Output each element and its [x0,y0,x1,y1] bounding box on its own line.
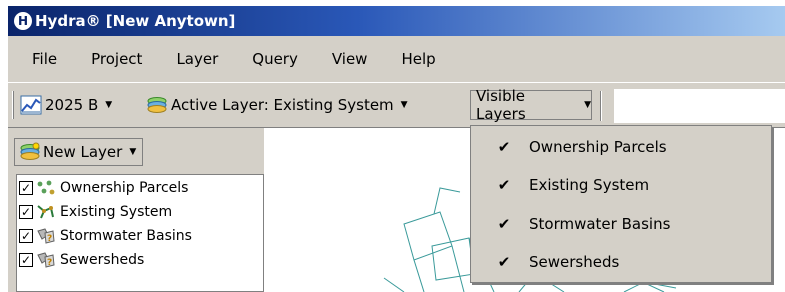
chevron-down-icon: ▼ [400,100,408,110]
toolbar-separator [600,91,602,121]
menu-view[interactable]: View [332,50,368,68]
chevron-down-icon: ▼ [584,100,591,110]
menu-item-sewersheds[interactable]: ✔ Sewersheds [471,243,771,281]
hydra-logo-icon: H [14,12,32,30]
layer-row-stormwater-basins[interactable]: ✓ ? Stormwater Basins [19,225,192,247]
parcels-icon [36,179,56,197]
toolbar-grip[interactable] [12,91,14,119]
menu-query[interactable]: Query [252,50,298,68]
new-layer-icon [20,142,40,160]
layer-checkbox[interactable]: ✓ [19,205,33,219]
layer-label: Stormwater Basins [60,228,192,244]
new-layer-button[interactable]: New Layer ▼ [14,138,144,166]
menu-item-label: Existing System [529,176,650,194]
scenario-dropdown[interactable]: 2025 B ▼ [20,93,112,117]
menu-item-existing-system[interactable]: ✔ Existing System [471,166,771,204]
visible-layers-label: Visible Layers [476,87,526,123]
layer-checkbox[interactable]: ✓ [19,229,33,243]
layer-row-ownership-parcels[interactable]: ✓ Ownership Parcels [19,177,188,199]
toolbar: 2025 B ▼ Active Layer: Existing System ▼… [8,82,785,128]
check-icon: ✔ [497,138,511,156]
layers-stack-icon [147,97,167,113]
chevron-down-icon: ▼ [105,100,113,110]
active-layer-label: Active Layer: Existing System [171,96,394,114]
menu-project[interactable]: Project [91,50,142,68]
menu-item-ownership-parcels[interactable]: ✔ Ownership Parcels [471,128,771,166]
visible-layers-button[interactable]: Visible Layers ▼ [470,87,592,123]
scenario-chart-icon [20,95,42,115]
toolbar-empty-area [614,89,785,123]
layer-label: Ownership Parcels [60,180,189,196]
menu-bar: File Project Layer Query View Help [8,36,785,82]
menu-layer[interactable]: Layer [176,50,218,68]
layer-checkbox[interactable]: ✓ [19,181,33,195]
menu-item-label: Ownership Parcels [529,138,667,156]
network-icon [36,203,56,221]
check-icon: ✔ [497,253,511,271]
menu-item-stormwater-basins[interactable]: ✔ Stormwater Basins [471,205,771,243]
scenario-label: 2025 B [45,96,99,114]
sewershed-icon: ? [36,251,56,269]
layer-label: Existing System [60,204,173,220]
layer-checkbox[interactable]: ✓ [19,253,33,267]
menu-item-label: Sewersheds [529,253,620,271]
chevron-down-icon: ▼ [129,147,137,157]
visible-layers-menu: ✔ Ownership Parcels ✔ Existing System ✔ … [470,125,772,283]
active-layer-dropdown[interactable]: Active Layer: Existing System ▼ [146,93,408,117]
window-title: Hydra® [New Anytown] [35,12,236,30]
layer-row-sewersheds[interactable]: ✓ ? Sewersheds [19,249,144,271]
check-icon: ✔ [497,176,511,194]
layer-panel: New Layer ▼ ✓ Ownership Parcels ✓ Existi… [8,128,264,292]
title-bar: H Hydra® [New Anytown] [8,6,785,36]
layer-list: ✓ Ownership Parcels ✓ Existing System ✓ … [16,174,264,292]
basin-icon: ? [36,227,56,245]
menu-item-label: Stormwater Basins [529,215,671,233]
layer-row-existing-system[interactable]: ✓ Existing System [19,201,172,223]
new-layer-label: New Layer [43,143,123,161]
check-icon: ✔ [497,215,511,233]
svg-text:?: ? [47,258,52,268]
svg-text:?: ? [47,234,52,244]
layer-label: Sewersheds [60,252,145,268]
menu-file[interactable]: File [32,50,57,68]
menu-help[interactable]: Help [401,50,435,68]
